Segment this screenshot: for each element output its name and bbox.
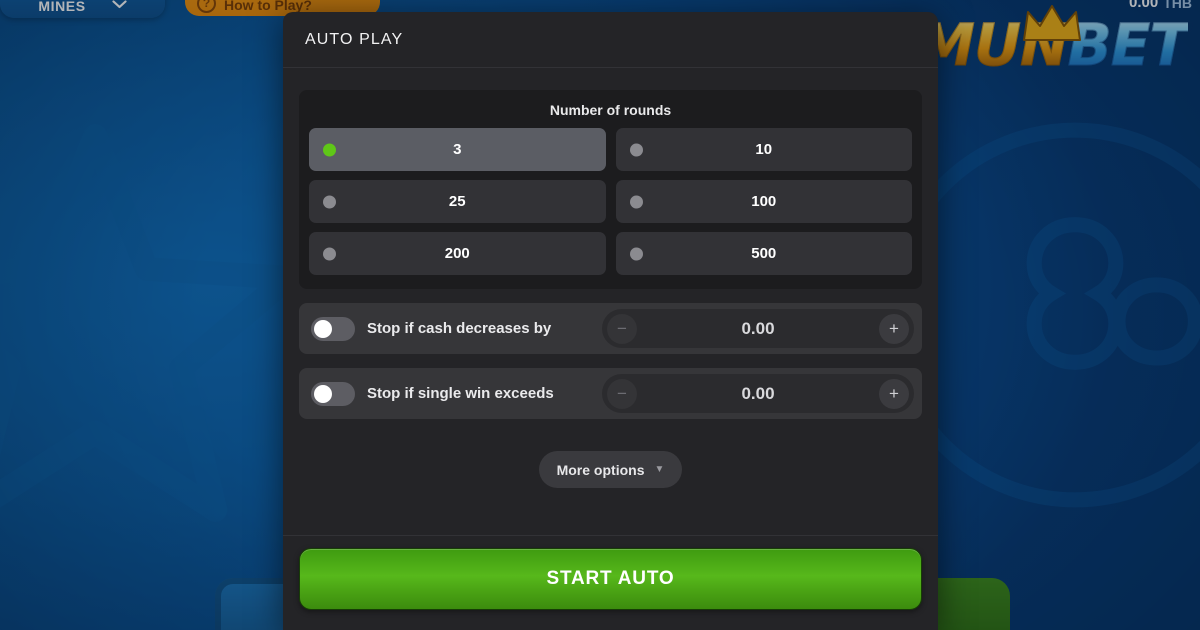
radio-icon [629,195,643,208]
toggle-knob [314,384,332,403]
decrement-button[interactable]: − [607,313,637,344]
stop-if-single-win-toggle[interactable] [311,381,355,406]
increment-button[interactable]: + [879,313,909,344]
modal-body: Number of rounds 3 10 25 100 200 500 Sto… [283,68,938,535]
stop-if-cash-decreases-toggle[interactable] [311,316,355,341]
rounds-option-label: 3 [453,141,462,158]
number-of-rounds-grid: 3 10 25 100 200 500 [309,128,912,275]
more-options-container: More options ▼ [299,451,922,488]
modal-header: AUTO PLAY [283,12,938,68]
rounds-option-100[interactable]: 100 [615,180,912,223]
modal-footer: START AUTO [283,535,938,630]
stop-if-single-win-stepper: − 0.00 + [602,374,914,413]
radio-icon [323,143,336,156]
chevron-down-icon: ▼ [654,464,665,475]
stepper-value: 0.00 [741,383,775,403]
increment-button[interactable]: + [879,378,909,409]
rounds-option-label: 25 [448,193,466,210]
toggle-knob [314,319,332,338]
screen: MINES ? How to Play? 0.00 THB MUNBET AUT… [0,0,1200,630]
more-options-label: More options [556,461,645,478]
auto-play-modal: AUTO PLAY Number of rounds 3 10 25 100 2… [283,12,938,630]
stop-if-cash-decreases-row: Stop if cash decreases by − 0.00 + [299,303,922,354]
stop-if-single-win-label: Stop if single win exceeds [367,385,554,402]
rounds-option-label: 100 [751,193,777,210]
rounds-option-label: 500 [751,245,777,262]
decrement-button[interactable]: − [607,378,637,409]
rounds-option-3[interactable]: 3 [309,128,606,171]
rounds-option-label: 10 [755,141,773,158]
rounds-option-200[interactable]: 200 [309,232,606,275]
rounds-option-10[interactable]: 10 [615,128,912,171]
stop-if-single-win-row: Stop if single win exceeds − 0.00 + [299,368,922,419]
radio-icon [323,247,336,260]
page-title: AUTO PLAY [305,30,404,48]
more-options-button[interactable]: More options ▼ [538,451,683,488]
stepper-value: 0.00 [741,318,775,338]
stop-if-cash-decreases-stepper: − 0.00 + [602,309,914,348]
rounds-option-25[interactable]: 25 [309,180,606,223]
number-of-rounds-label: Number of rounds [549,102,672,118]
stop-if-cash-decreases-label: Stop if cash decreases by [367,320,552,337]
radio-icon [323,195,336,208]
radio-icon [629,143,643,156]
radio-icon [629,247,643,260]
rounds-option-500[interactable]: 500 [615,232,912,275]
start-auto-button[interactable]: START AUTO [299,548,922,610]
rounds-option-label: 200 [444,245,470,262]
number-of-rounds-panel: Number of rounds 3 10 25 100 200 500 [299,90,922,289]
